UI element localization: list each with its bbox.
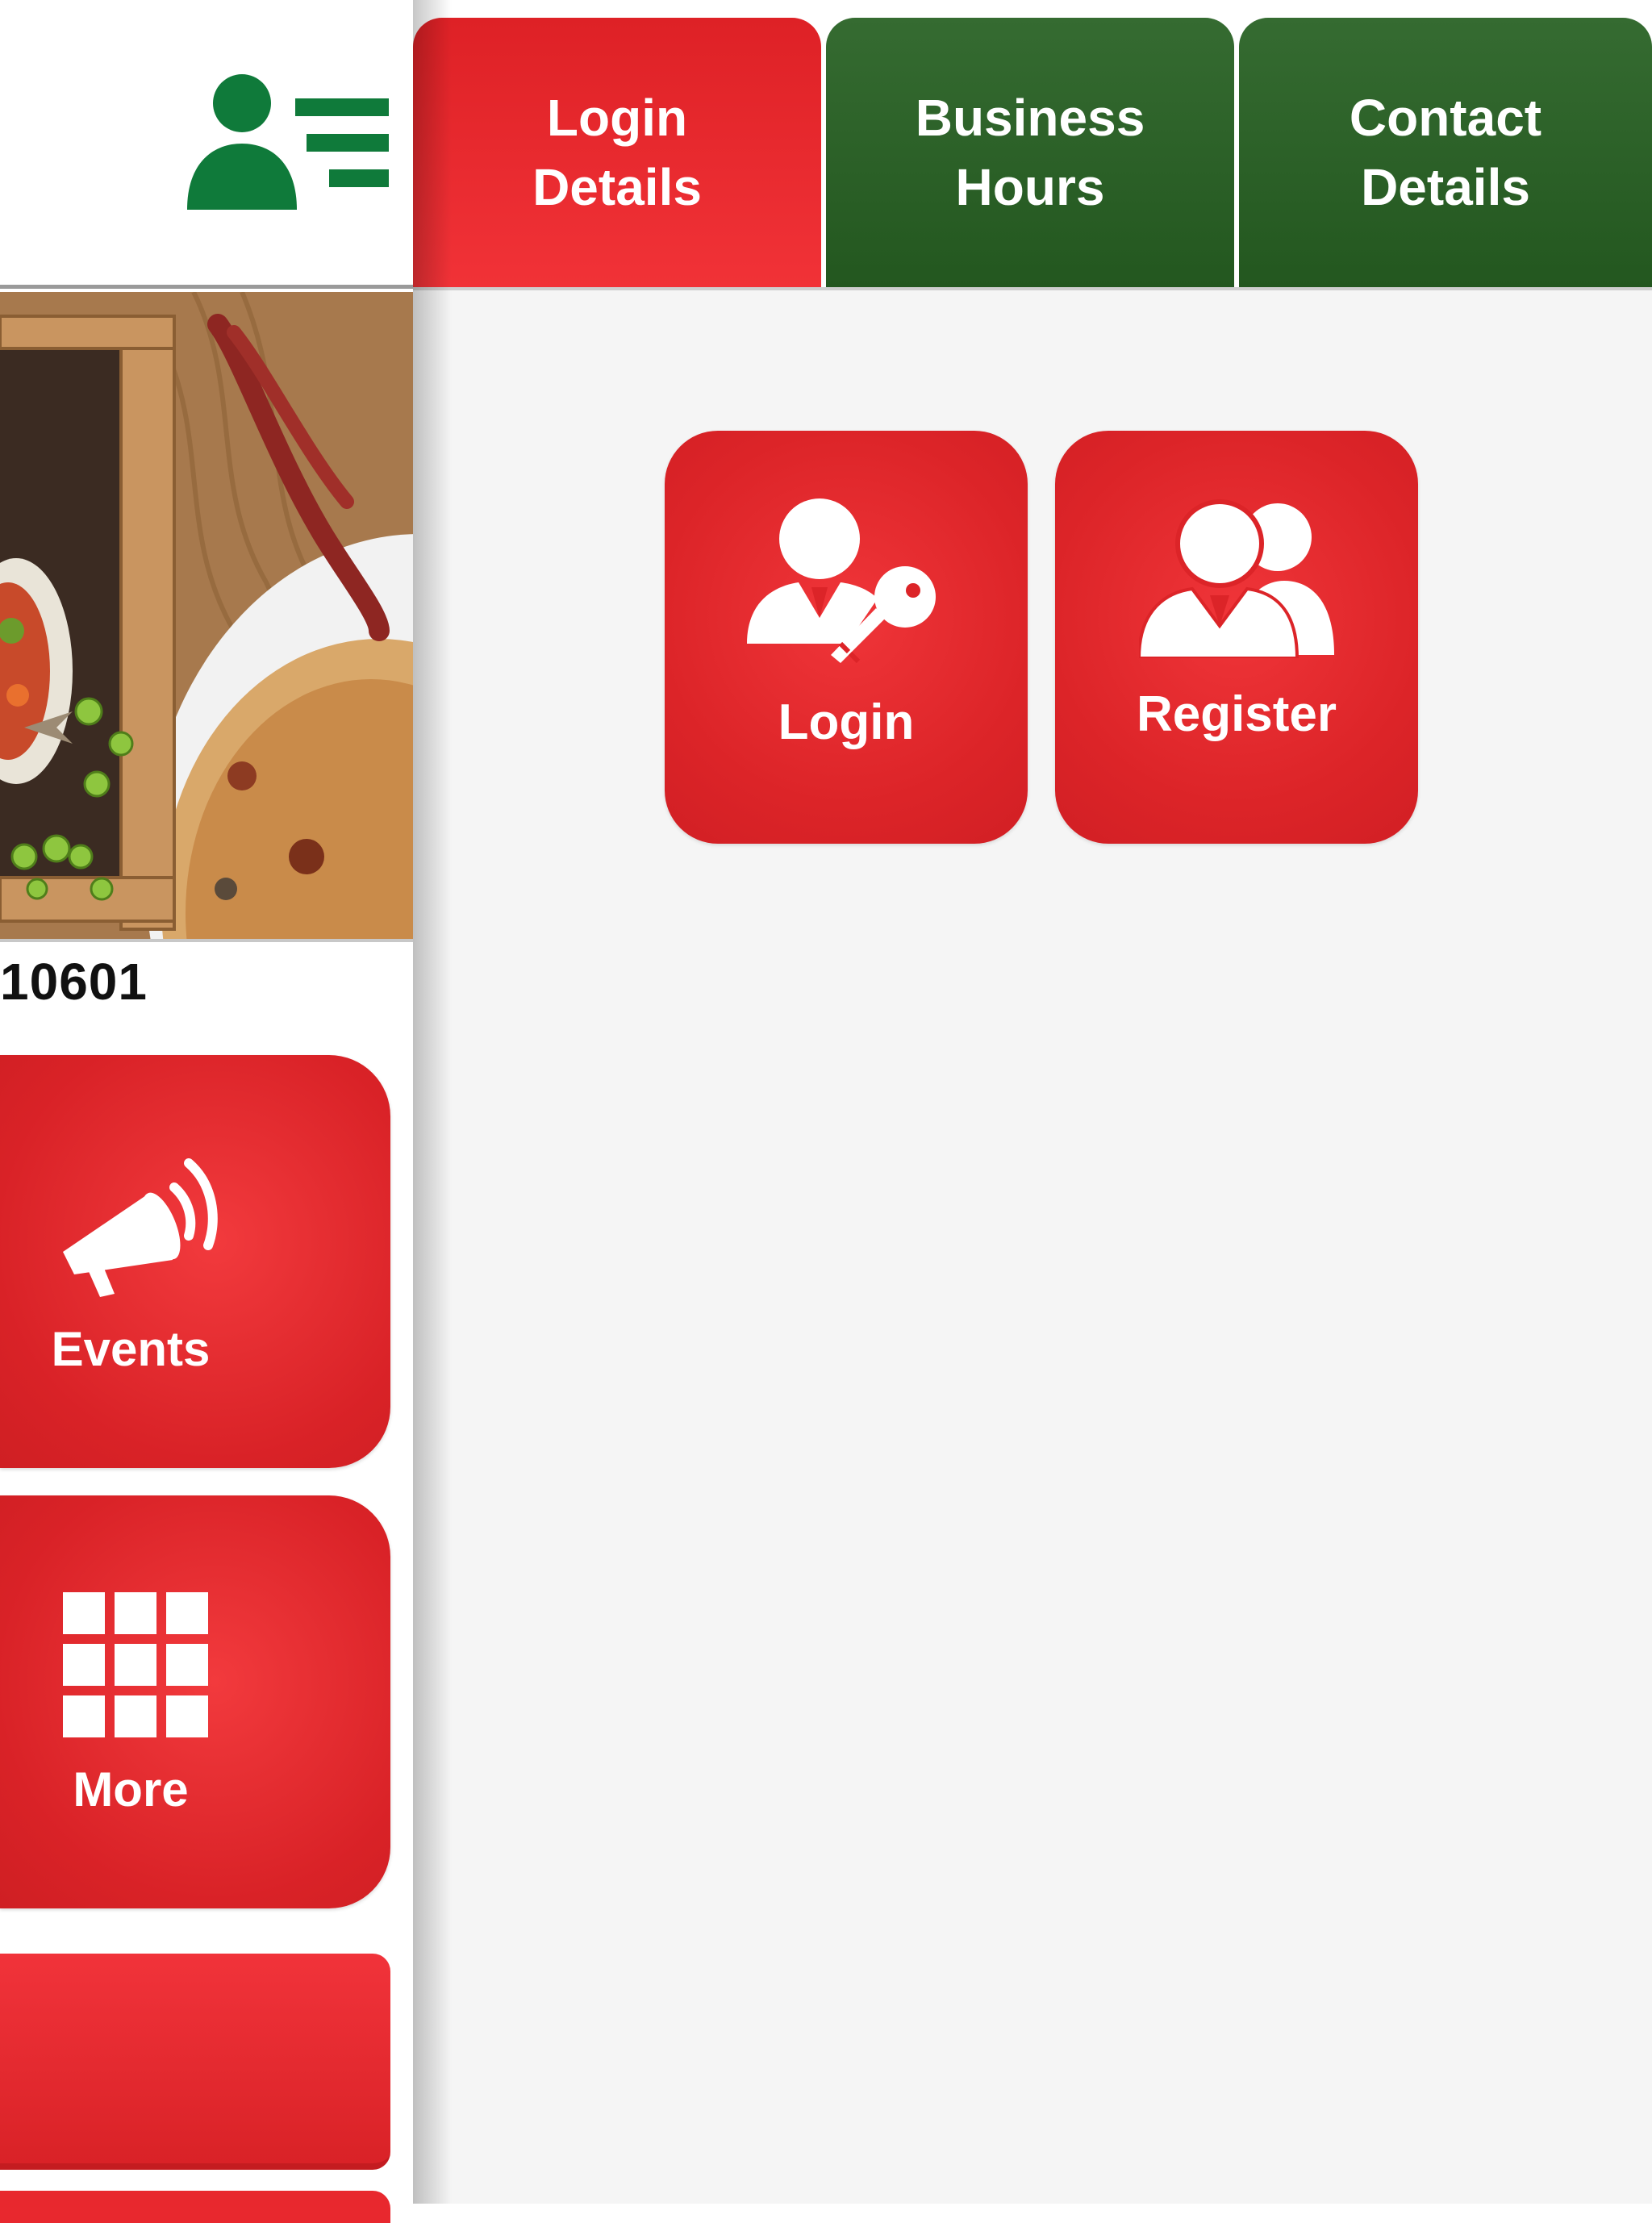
tab-business-hours-label-line2: Hours <box>955 158 1105 216</box>
tab-contact-details-label-line2: Details <box>1361 158 1530 216</box>
more-tile-label: More <box>73 1762 189 1816</box>
tab-login-details-label-line2: Details <box>532 158 702 216</box>
drawer-tabbar: Login Details Business Hours Contact Det… <box>413 0 1652 290</box>
tab-business-hours-label-line1: Business <box>915 89 1145 147</box>
user-key-icon <box>747 498 936 664</box>
tab-contact-details-label-line1: Contact <box>1349 89 1542 147</box>
more-tile-button[interactable]: More <box>0 1495 390 1908</box>
users-icon <box>1139 499 1334 658</box>
login-button[interactable]: Login <box>665 431 1028 844</box>
tab-login-details[interactable]: Login Details <box>413 18 821 287</box>
register-button-label: Register <box>1136 686 1337 742</box>
grid-icon <box>63 1592 208 1737</box>
drawer-shadow <box>413 0 452 2204</box>
restaurant-hero-image <box>0 292 413 942</box>
profile-menu-icon[interactable] <box>171 66 389 210</box>
background-page: 10601 Events More <box>0 0 413 2223</box>
menu-tile-button-partial[interactable] <box>0 2191 390 2223</box>
register-button[interactable]: Register <box>1055 431 1418 844</box>
login-button-label: Login <box>778 694 915 750</box>
events-tile-button[interactable]: Events <box>0 1055 390 1468</box>
tab-login-details-label-line1: Login <box>546 89 688 147</box>
events-tile-label: Events <box>51 1322 211 1376</box>
tab-contact-details[interactable]: Contact Details <box>1239 18 1652 287</box>
menu-tile-button[interactable] <box>0 1954 390 2170</box>
tab-business-hours[interactable]: Business Hours <box>826 18 1234 287</box>
app-header <box>0 0 413 289</box>
megaphone-icon <box>63 1158 218 1297</box>
phone-number-fragment: 10601 <box>0 953 148 1011</box>
account-drawer: Login Details Business Hours Contact Det… <box>413 0 1652 2204</box>
